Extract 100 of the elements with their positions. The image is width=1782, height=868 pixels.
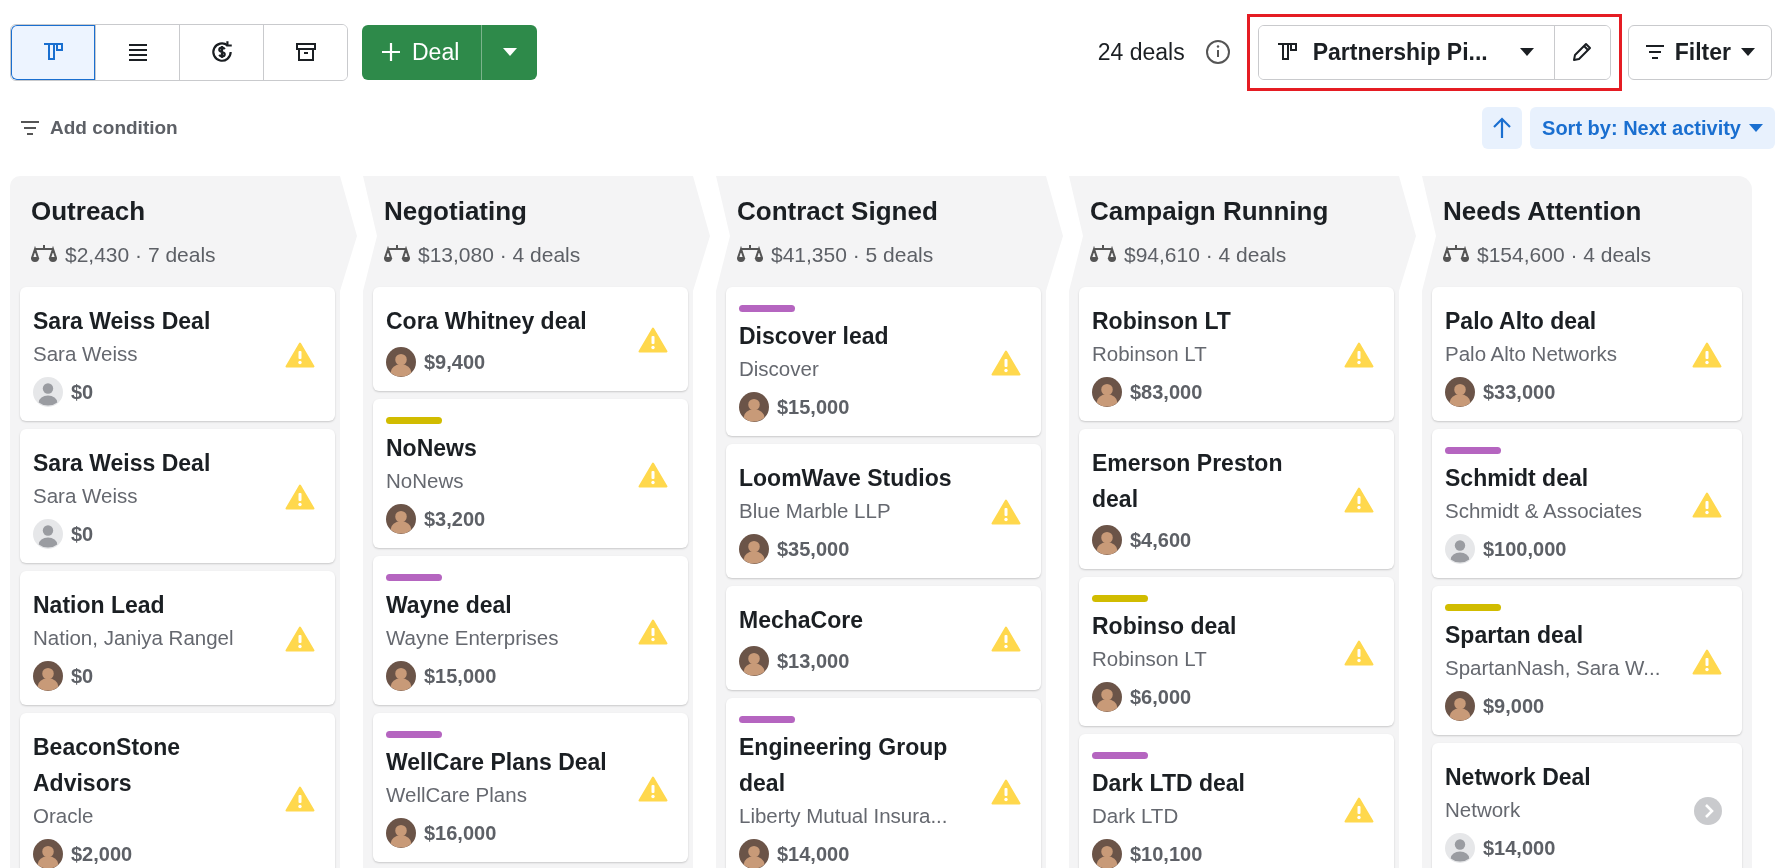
avatar-icon [739,646,769,676]
warning-icon [638,775,668,802]
sort-button[interactable]: Sort by: Next activity [1530,107,1775,149]
archive-view-tab[interactable] [263,24,347,80]
deal-organization: Sara Weiss [33,483,139,509]
filter-button[interactable]: Filter [1627,24,1772,80]
deal-organization: Palo Alto Networks [1445,341,1619,367]
deal-amount: $15,000 [424,664,497,688]
caret-icon [1741,48,1755,56]
deal-card[interactable]: Robinso deal Robinson LT $6,000 [1079,577,1394,726]
stage-title: Campaign Running [1090,196,1330,227]
warning-icon [638,618,668,645]
deal-amount: $16,000 [424,821,497,845]
deal-title: WellCare Plans Deal [386,748,608,777]
deal-card[interactable]: Sara Weiss Deal Sara Weiss $0 [20,287,335,421]
warning-icon [991,499,1021,525]
deal-card[interactable]: MechaCore $13,000 [726,586,1041,690]
avatar-icon [386,504,416,534]
deal-card[interactable]: Sara Weiss Deal Sara Weiss $0 [20,429,335,563]
avatar-icon [1445,691,1475,721]
deal-amount: $0 [71,380,94,404]
deal-card[interactable]: Nation Lead Nation, Janiya Rangel $0 [20,571,335,705]
deal-title: Discover lead [739,322,890,351]
deal-organization: SpartanNash, Sara W... [1445,655,1662,681]
avatar-icon [739,534,769,564]
avatar-icon [386,347,416,377]
arrow-up-icon [1492,117,1513,139]
deal-title: LoomWave Studios [739,464,953,493]
avatar-icon [1445,377,1475,407]
deal-organization: Network [1445,797,1522,823]
stage-title: Needs Attention [1443,196,1643,227]
deal-card[interactable]: Palo Alto deal Palo Alto Networks $33,000 [1432,287,1742,421]
deal-organization: Sara Weiss [33,341,139,367]
deal-organization: Oracle [33,803,95,829]
deal-title: BeaconStone Advisors [33,733,181,798]
deal-card[interactable]: Cora Whitney deal $9,400 [373,287,688,391]
stage-summary: $2,430 · 7 deals [65,243,216,267]
stage-summary: $154,600 · 4 deals [1477,243,1651,267]
deal-organization: Discover [739,356,820,382]
info-icon[interactable] [1204,39,1231,65]
deal-amount: $13,000 [777,649,850,673]
deal-card[interactable]: Schmidt deal Schmidt & Associates $100,000 [1432,429,1742,578]
deal-card[interactable]: Wayne deal Wayne Enterprises $15,000 [373,556,688,705]
deal-amount: $10,100 [1130,842,1203,866]
caret-icon [1749,124,1763,132]
warning-icon [991,778,1021,805]
deal-title: MechaCore [739,606,864,635]
deal-card[interactable]: Robinson LT Robinson LT $83,000 [1079,287,1394,421]
warning-icon [1692,342,1722,368]
deal-amount: $0 [71,522,94,546]
deal-card[interactable]: BeaconStone Advisors Oracle $2,000 [20,713,335,868]
add-deal-button[interactable]: Deal [362,24,482,80]
deal-organization: Dark LTD [1092,803,1180,829]
deal-title: Palo Alto deal [1445,307,1598,336]
deal-card[interactable]: WellCare Plans Deal WellCare Plans $16,000 [373,713,688,862]
sort-direction-button[interactable] [1482,107,1523,149]
avatar-placeholder-icon [1445,534,1475,564]
deal-title: Sara Weiss Deal [33,449,212,478]
plus-icon [380,41,402,63]
chevron-right-icon [1694,797,1722,825]
warning-icon [991,626,1021,652]
stage-title: Outreach [31,196,147,227]
deal-card[interactable]: Dark LTD deal Dark LTD $10,100 [1079,734,1394,868]
deal-amount: $2,000 [71,842,133,866]
avatar-icon [33,661,63,691]
avatar-placeholder-icon [33,519,63,549]
stage-summary: $13,080 · 4 deals [418,243,581,267]
add-condition-button[interactable]: Add condition [16,117,182,139]
add-options-button[interactable] [481,24,538,80]
deal-card[interactable]: Engineering Group deal Liberty Mutual Insura... $14,000 [726,698,1041,868]
deal-amount: $3,200 [424,507,486,531]
warning-icon [1344,342,1374,368]
warning-icon [285,484,315,510]
deal-amount: $15,000 [777,395,850,419]
caret-icon [502,48,517,56]
deal-card[interactable]: Discover lead Discover $15,000 [726,287,1041,436]
deal-amount: $35,000 [777,537,850,561]
avatar-icon [386,661,416,691]
deal-title: Network Deal [1445,763,1592,792]
warning-icon [285,626,315,652]
filter-icon [1644,44,1665,60]
deal-card[interactable]: NoNews NoNews $3,200 [373,399,688,548]
avatar-icon [1092,377,1122,407]
warning-icon [1692,648,1722,675]
deal-title: Spartan deal [1445,621,1585,650]
deal-title: Emerson Preston deal [1092,449,1284,514]
deal-card[interactable]: Spartan deal SpartanNash, Sara W... $9,000 [1432,586,1742,735]
stage-title: Contract Signed [737,196,939,227]
deal-amount: $14,000 [777,842,850,866]
deal-title: Engineering Group deal [739,733,949,798]
deal-title: NoNews [386,434,478,463]
deal-card[interactable]: Emerson Preston deal $4,600 [1079,429,1394,569]
stage-summary: $41,350 · 5 deals [771,243,934,267]
deal-amount: $100,000 [1483,537,1567,561]
deal-title: Schmidt deal [1445,464,1590,493]
deal-organization: Schmidt & Associates [1445,498,1644,524]
deal-card[interactable]: Network Deal Network $14,000 [1432,743,1742,868]
deal-amount: $6,000 [1130,685,1192,709]
board-view-tab[interactable] [11,24,95,80]
deal-card[interactable]: LoomWave Studios Blue Marble LLP $35,000 [726,444,1041,578]
